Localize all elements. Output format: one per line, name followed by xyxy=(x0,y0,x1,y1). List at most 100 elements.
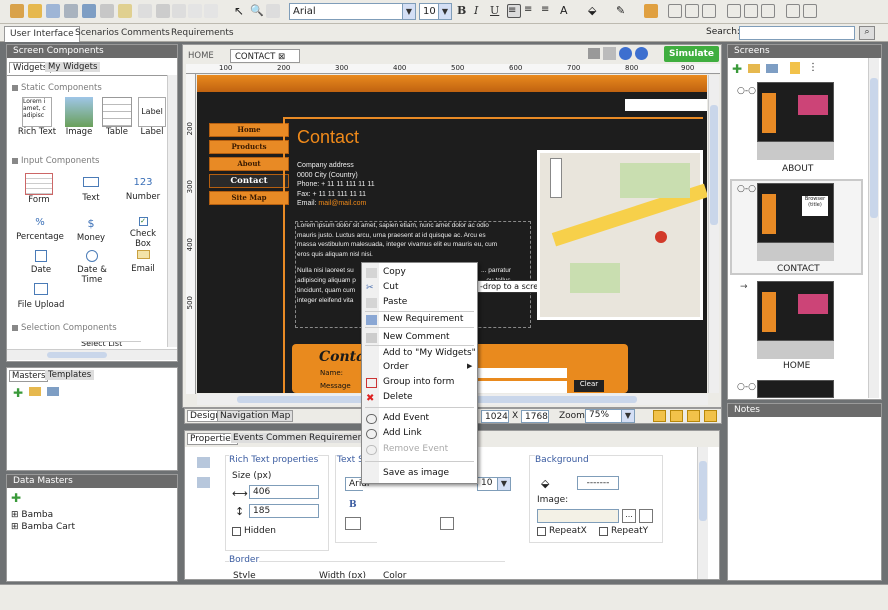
mock-nav-about[interactable]: About xyxy=(209,157,289,171)
add-icon[interactable]: ✚ xyxy=(13,386,23,400)
canvas-scrollbar-vertical[interactable] xyxy=(708,75,719,393)
paste-icon[interactable] xyxy=(172,4,186,18)
collapse-icon[interactable] xyxy=(12,325,18,331)
property-icon[interactable] xyxy=(197,477,210,488)
tree-item-bamba[interactable]: ⊞ Bamba xyxy=(11,510,53,520)
bg-color-input[interactable]: ------- xyxy=(577,476,619,490)
font-size-select[interactable]: 10 ▼ xyxy=(419,3,452,20)
tab-user-interface[interactable]: User Interface xyxy=(4,26,80,42)
image-path-input[interactable] xyxy=(537,509,619,523)
bring-front-icon[interactable] xyxy=(727,4,741,18)
scrollbar-vertical[interactable] xyxy=(167,75,177,347)
scroll-thumb[interactable] xyxy=(710,105,718,225)
screen-label-home[interactable]: HOME xyxy=(783,361,810,371)
repeaty-checkbox[interactable] xyxy=(599,527,608,536)
toggle-icon[interactable] xyxy=(653,410,666,422)
export-icon[interactable] xyxy=(82,4,96,18)
section-static[interactable]: Static Components xyxy=(7,83,102,93)
widget-table[interactable]: Table xyxy=(97,97,137,137)
toggle-icon[interactable] xyxy=(704,410,717,422)
menu-item-new-comment[interactable]: New Comment xyxy=(383,332,450,342)
tab-events[interactable]: Events xyxy=(231,433,266,443)
new-icon[interactable] xyxy=(10,4,24,18)
add-screen-icon[interactable]: ✚ xyxy=(732,62,742,76)
close-icon[interactable]: ⊠ xyxy=(278,52,285,62)
widget-money[interactable]: $ Money xyxy=(71,217,111,243)
tree-item-bamba-cart[interactable]: ⊞ Bamba Cart xyxy=(11,522,75,532)
toggle-icon[interactable] xyxy=(687,410,700,422)
forward-icon[interactable] xyxy=(635,47,648,60)
widget-checkbox[interactable]: ✓ Check Box xyxy=(121,217,165,249)
align-left-icon[interactable]: ≡ xyxy=(507,4,521,18)
property-icon[interactable] xyxy=(197,457,210,468)
expand-icon[interactable]: ⊞ xyxy=(11,510,21,520)
tab-templates[interactable]: Templates xyxy=(45,370,95,380)
view-icon[interactable] xyxy=(790,62,800,74)
export-icon[interactable] xyxy=(47,387,59,396)
widget-file-upload[interactable]: File Upload xyxy=(15,283,67,310)
align-left-icon[interactable] xyxy=(345,517,361,530)
email-link[interactable]: mail@mail.com xyxy=(318,200,366,207)
open-icon[interactable] xyxy=(28,4,42,18)
menu-item-paste[interactable]: Paste xyxy=(383,297,407,307)
mock-nav-sitemap[interactable]: Site Map xyxy=(209,191,289,205)
scroll-thumb[interactable] xyxy=(870,78,878,218)
zoom-select[interactable]: 75% ▼ xyxy=(585,409,635,423)
tab-navigation-map[interactable]: Navigation Map xyxy=(217,410,294,422)
toggle-icon[interactable] xyxy=(670,410,683,422)
underline-button[interactable]: U xyxy=(490,4,504,18)
hidden-checkbox[interactable] xyxy=(232,527,241,536)
screen-thumb-about[interactable] xyxy=(757,82,834,142)
browse-button[interactable]: ... xyxy=(622,509,636,523)
text-color-icon[interactable]: A xyxy=(560,4,574,18)
print-icon[interactable] xyxy=(100,4,114,18)
screen-thumb-next[interactable] xyxy=(757,380,834,398)
tab-home[interactable]: HOME xyxy=(188,51,214,61)
tab-requirements[interactable]: Requirements xyxy=(166,26,239,42)
columns-icon[interactable] xyxy=(786,4,800,18)
canvas-height-input[interactable]: 1768 xyxy=(521,410,549,423)
align-right-icon[interactable]: ≡ xyxy=(541,4,555,18)
distribute-icon[interactable] xyxy=(685,4,699,18)
mock-nav-products[interactable]: Products xyxy=(209,140,289,154)
eraser-icon[interactable] xyxy=(118,4,132,18)
widget-image[interactable]: Image xyxy=(59,97,99,137)
repeatx-checkbox[interactable] xyxy=(537,527,546,536)
line-color-icon[interactable]: ✎ xyxy=(616,4,630,18)
scroll-thumb[interactable] xyxy=(699,461,707,521)
mock-map[interactable] xyxy=(537,150,707,320)
back-icon[interactable] xyxy=(619,47,632,60)
widget-date-time[interactable]: Date & Time xyxy=(67,250,117,285)
widget-rich-text[interactable]: Lorem i amet, c adipisc Rich Text xyxy=(17,97,57,137)
menu-item-cut[interactable]: Cut xyxy=(383,282,399,292)
widget-percentage[interactable]: % Percentage xyxy=(15,217,65,242)
clear-button[interactable]: Clear xyxy=(574,380,604,392)
scrollbar-vertical[interactable] xyxy=(697,447,708,579)
mock-nav-contact[interactable]: Contact xyxy=(209,174,289,188)
hand-icon[interactable] xyxy=(266,4,280,18)
bold-button[interactable]: B xyxy=(457,4,471,18)
section-selection[interactable]: Selection Components xyxy=(7,323,117,333)
trash-icon[interactable] xyxy=(639,509,653,523)
home-icon[interactable] xyxy=(603,47,616,60)
menu-item-add-event[interactable]: Add Event xyxy=(383,413,429,423)
search-icon[interactable]: ⌕ xyxy=(859,26,875,40)
export-icon[interactable] xyxy=(766,64,778,73)
save-icon[interactable] xyxy=(46,4,60,18)
fill-color-icon[interactable]: ⬙ xyxy=(541,477,549,490)
menu-item-group-into-form[interactable]: Group into form xyxy=(383,377,454,387)
simulate-button[interactable]: Simulate xyxy=(664,46,719,62)
page-icon[interactable] xyxy=(588,48,600,59)
screen-label-about[interactable]: ABOUT xyxy=(782,164,813,174)
screen-thumb-contact[interactable]: Browser (title) xyxy=(757,183,834,243)
map-zoom-control[interactable] xyxy=(550,158,562,198)
cut-icon[interactable] xyxy=(156,4,170,18)
select-list-widget-clipped[interactable]: Select List xyxy=(81,341,141,347)
collapse-icon[interactable] xyxy=(12,85,18,91)
height-input[interactable]: 185 xyxy=(249,504,319,518)
screens-scrollbar[interactable] xyxy=(868,58,879,398)
widget-email[interactable]: Email xyxy=(123,250,163,274)
menu-item-copy[interactable]: Copy xyxy=(383,267,406,277)
canvas-width-input[interactable]: 1024 xyxy=(481,410,509,423)
search-input[interactable] xyxy=(739,26,855,40)
